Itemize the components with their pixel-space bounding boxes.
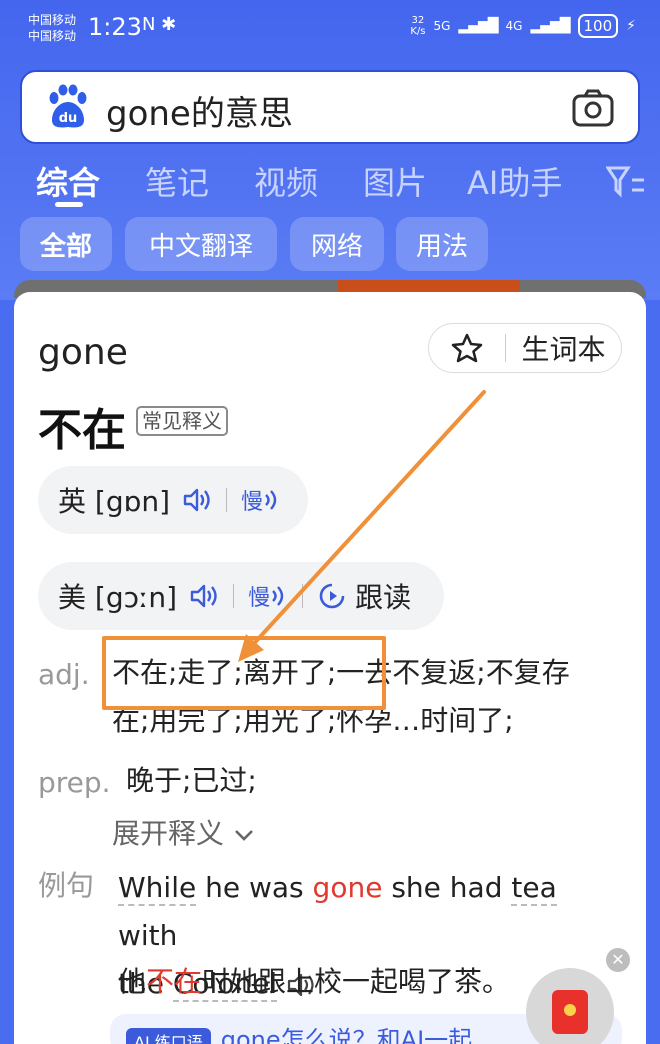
carrier-2: 中国移动 xyxy=(28,29,77,43)
net-4g-label: 4G xyxy=(505,19,523,33)
highlight-annotation-box xyxy=(102,636,386,710)
example-word-while[interactable]: While xyxy=(118,871,197,906)
speaker-icon[interactable] xyxy=(182,486,212,514)
tab-images[interactable]: 图片 xyxy=(363,158,427,204)
example-highlight-gone: gone xyxy=(312,871,383,904)
baidu-paw-icon: du xyxy=(49,84,87,128)
main-meaning: 不在 xyxy=(38,405,126,456)
pron-divider-follow xyxy=(302,584,304,608)
uk-pronunciation: 英 [gɒn] 慢 xyxy=(38,466,308,534)
common-meaning-badge: 常见释义 xyxy=(136,406,228,436)
us-pronunciation: 美 [gɔːn] 慢 跟读 xyxy=(38,562,444,630)
uk-phonetic: 英 [gɒn] xyxy=(58,485,171,518)
status-bar: 中国移动 中国移动 1:23 N ✱ 32 K/s 5G ▂▄▆█ 4G ▂▄▆… xyxy=(0,0,660,58)
tab-notes[interactable]: 笔记 xyxy=(145,158,209,204)
close-icon[interactable]: ✕ xyxy=(606,948,630,972)
follow-read-icon[interactable] xyxy=(317,581,347,611)
speed-value: 32 xyxy=(411,15,425,26)
example-chinese: 他不在时她跟上校一起喝了茶。 xyxy=(118,960,510,1000)
example-text-2: she had xyxy=(382,871,512,904)
expand-definitions-button[interactable]: 展开释义 xyxy=(112,812,255,852)
carrier-info: 中国移动 中国移动 xyxy=(28,12,76,44)
example-text: he was xyxy=(196,871,313,904)
chevron-down-icon xyxy=(233,817,255,850)
example-text-3: with xyxy=(118,919,178,952)
chip-network[interactable]: 网络 xyxy=(290,217,384,271)
svg-text:du: du xyxy=(59,111,78,126)
clock: 1:23 xyxy=(88,13,142,41)
net-5g-label: 5G xyxy=(433,19,451,33)
expand-label: 展开释义 xyxy=(112,817,225,850)
filter-icon[interactable] xyxy=(606,164,646,198)
tab-bar: 综合 笔记 视频 图片 AI助手 xyxy=(0,152,660,208)
example-zh-highlight: 不在 xyxy=(146,965,203,998)
pos-adj: adj. xyxy=(38,658,90,691)
chip-chinese-translation[interactable]: 中文翻译 xyxy=(125,217,277,271)
definition-prep: 晚于;已过; xyxy=(126,764,257,797)
example-zh-text: 他 xyxy=(118,965,147,998)
chip-all[interactable]: 全部 xyxy=(20,217,112,271)
pron-divider xyxy=(226,488,228,512)
example-label: 例句 xyxy=(38,869,95,902)
us-phonetic: 美 [gɔːn] xyxy=(58,581,178,614)
camera-icon[interactable] xyxy=(572,88,614,128)
ai-practice-tag: AI 练口语 xyxy=(126,1028,211,1044)
speed-unit: K/s xyxy=(410,26,426,37)
charging-icon: ⚡ xyxy=(626,18,636,34)
network-speed: 32 K/s xyxy=(410,15,425,37)
slow-label: 慢 xyxy=(241,490,264,515)
status-right: 32 K/s 5G ▂▄▆█ 4G ▂▄▆█ 100 ⚡ xyxy=(410,14,636,38)
signal-bars-icon: ▂▄▆█ xyxy=(458,18,498,34)
pos-prep: prep. xyxy=(38,766,111,799)
slow-speaker-icon[interactable]: 慢 xyxy=(241,484,281,516)
speaker-icon-us[interactable] xyxy=(189,582,219,610)
add-to-vocab-button[interactable]: 生词本 xyxy=(428,323,622,373)
pron-divider-us xyxy=(233,584,235,608)
ai-practice-text: gone怎么说？和AI一起 xyxy=(220,1026,473,1044)
example-word-tea[interactable]: tea xyxy=(511,871,557,906)
slow-label-us: 慢 xyxy=(248,586,271,611)
star-icon xyxy=(429,332,505,364)
nfc-bluetooth-icon: N ✱ xyxy=(142,14,177,35)
battery-icon: 100 xyxy=(577,14,619,38)
tab-active-indicator xyxy=(55,202,83,207)
tab-video[interactable]: 视频 xyxy=(254,158,318,204)
red-envelope-icon xyxy=(552,990,588,1034)
example-zh-text-2: 时她跟上校一起喝了茶。 xyxy=(202,965,511,998)
search-input[interactable]: gone的意思 xyxy=(106,86,293,135)
headword: gone xyxy=(38,332,128,373)
slow-speaker-icon-us[interactable]: 慢 xyxy=(248,580,288,612)
follow-read-button[interactable]: 跟读 xyxy=(355,576,411,616)
tab-ai-assistant[interactable]: AI助手 xyxy=(467,158,562,204)
chip-usage[interactable]: 用法 xyxy=(396,217,488,271)
search-box[interactable]: du gone的意思 xyxy=(20,70,640,144)
tab-all[interactable]: 综合 xyxy=(36,158,100,204)
signal-bars-icon-2: ▂▄▆█ xyxy=(530,18,570,34)
carrier-1: 中国移动 xyxy=(28,13,77,27)
vocab-label: 生词本 xyxy=(521,333,606,366)
